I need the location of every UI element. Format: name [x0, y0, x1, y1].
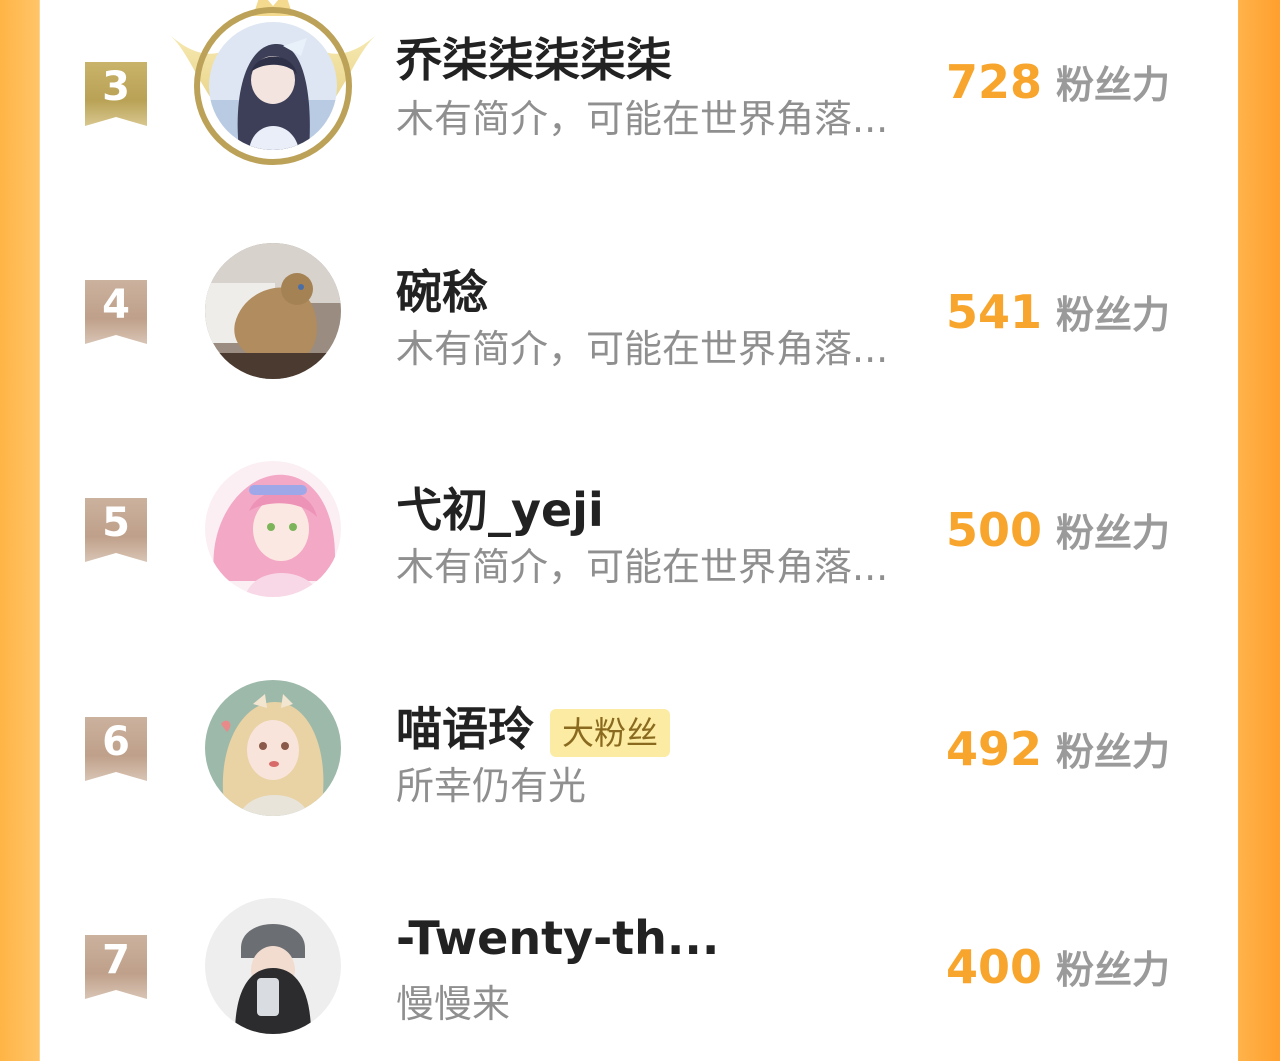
- ranking-row[interactable]: 7 -Twenty-th... 慢慢来 400 粉丝力: [40, 861, 1238, 1061]
- fan-power-score: 541 粉丝力: [946, 284, 1170, 339]
- user-bio: 所幸仍有光: [396, 764, 587, 808]
- rank-badge: 4: [85, 280, 147, 344]
- ranking-row[interactable]: 4 碗稔 木有简介，可能在世界角落... 541 粉丝力: [40, 206, 1238, 406]
- avatar[interactable]: [205, 680, 341, 816]
- avatar[interactable]: [205, 898, 341, 1034]
- user-name-text: 喵语玲: [396, 702, 534, 756]
- fan-power-score: 500 粉丝力: [946, 502, 1170, 557]
- score-unit: 粉丝力: [1056, 730, 1171, 774]
- fan-power-score: 492 粉丝力: [946, 721, 1170, 776]
- user-name[interactable]: 乔柒柒柒柒柒: [396, 24, 672, 90]
- user-name[interactable]: 碗稔: [396, 256, 488, 322]
- score-value: 492: [946, 722, 1043, 776]
- cat-avatar-icon: [205, 243, 341, 379]
- ranking-row[interactable]: 3 乔柒柒柒柒柒 木有简介，可能在世界角落... 728 粉丝力: [40, 0, 1238, 188]
- score-unit: 粉丝力: [1056, 948, 1171, 992]
- score-unit: 粉丝力: [1056, 63, 1171, 107]
- score-value: 400: [946, 940, 1043, 994]
- fan-power-score: 400 粉丝力: [946, 939, 1170, 994]
- doll-girl-avatar-icon: [205, 680, 341, 816]
- user-bio: 木有简介，可能在世界角落...: [396, 545, 889, 589]
- rank-badge-gold: 3: [85, 62, 147, 126]
- fan-power-score: 728 粉丝力: [946, 54, 1170, 109]
- ranking-row[interactable]: 6 喵语玲 大粉丝 所幸仍有光 492 粉丝力: [40, 643, 1238, 843]
- avatar-with-crown[interactable]: [171, 0, 375, 165]
- selfie-avatar-icon: [205, 898, 341, 1034]
- score-value: 500: [946, 503, 1043, 557]
- rank-badge: 5: [85, 498, 147, 562]
- anime-girl-avatar-icon: [209, 22, 337, 150]
- pink-hair-girl-avatar-icon: [205, 461, 341, 597]
- score-value: 728: [946, 55, 1043, 109]
- user-name[interactable]: 弋初_yeji: [396, 474, 604, 540]
- rank-badge: 6: [85, 717, 147, 781]
- big-fan-badge: 大粉丝: [550, 708, 671, 757]
- score-unit: 粉丝力: [1056, 511, 1171, 555]
- rank-badge: 7: [85, 935, 147, 999]
- ranking-panel: 3 乔柒柒柒柒柒 木有简介，可能在世界角落... 728 粉丝力 4 碗稔 木有…: [40, 0, 1238, 1034]
- user-bio: 木有简介，可能在世界角落...: [396, 327, 889, 371]
- user-bio: 慢慢来: [396, 982, 511, 1026]
- user-bio: 木有简介，可能在世界角落...: [396, 97, 889, 141]
- user-name[interactable]: 喵语玲 大粉丝: [396, 693, 671, 759]
- avatar[interactable]: [205, 461, 341, 597]
- score-unit: 粉丝力: [1056, 293, 1171, 337]
- score-value: 541: [946, 285, 1043, 339]
- user-name[interactable]: -Twenty-th...: [396, 911, 719, 965]
- ranking-row[interactable]: 5 弋初_yeji 木有简介，可能在世界角落... 500 粉丝力: [40, 424, 1238, 624]
- avatar[interactable]: [205, 243, 341, 379]
